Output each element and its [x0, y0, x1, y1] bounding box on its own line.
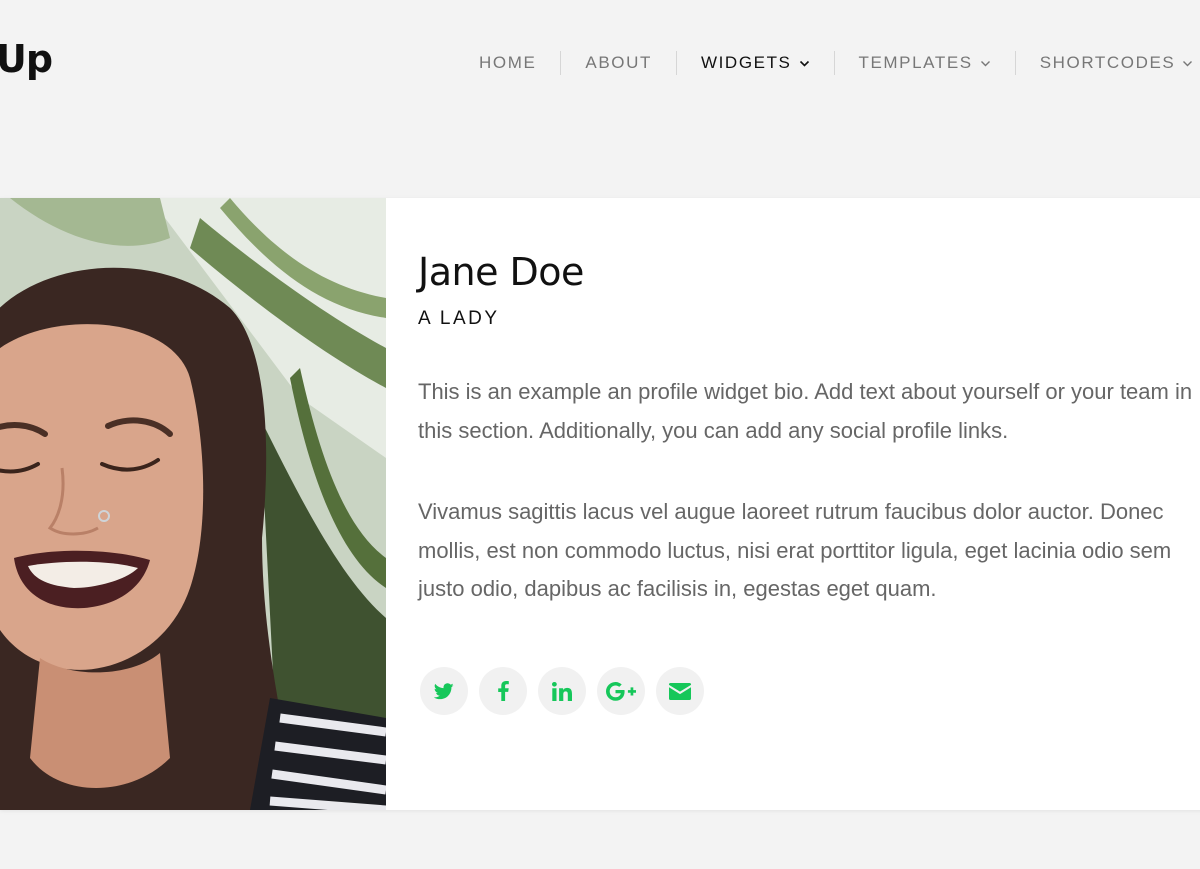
profile-bio-paragraph: This is an example an profile widget bio…: [418, 373, 1200, 450]
bio-line: justo odio, dapibus ac facilisis in, ege…: [418, 576, 937, 601]
nav-item-shortcodes[interactable]: SHORTCODES: [1016, 50, 1200, 76]
chevron-down-icon: [980, 58, 991, 69]
bio-line: Vivamus sagittis lacus vel augue laoreet…: [418, 499, 1164, 524]
nav-item-about[interactable]: ABOUT: [561, 50, 676, 76]
nav-item-label: SHORTCODES: [1039, 53, 1176, 72]
page: Up HOME ABOUT WIDGETS TEMPLATES SHORTCOD…: [0, 0, 1200, 869]
twitter-button[interactable]: [420, 667, 468, 715]
facebook-icon: [497, 681, 509, 701]
linkedin-button[interactable]: [538, 667, 586, 715]
nav-item-widgets[interactable]: WIDGETS: [677, 50, 834, 76]
profile-photo: [0, 198, 386, 810]
linkedin-icon: [552, 681, 572, 701]
nav-item-label: TEMPLATES: [858, 53, 973, 72]
nav-item-templates[interactable]: TEMPLATES: [835, 50, 1015, 76]
chevron-down-icon: [1182, 58, 1193, 69]
bio-line: This is an example an profile widget bio…: [418, 379, 1193, 404]
main-nav: HOME ABOUT WIDGETS TEMPLATES SHORTCODES: [455, 50, 1200, 76]
facebook-button[interactable]: [479, 667, 527, 715]
chevron-down-icon: [799, 58, 810, 69]
google-plus-button[interactable]: [597, 667, 645, 715]
social-links: [420, 667, 704, 715]
nav-item-label: WIDGETS: [700, 53, 792, 72]
bio-line: mollis, est non commodo luctus, nisi era…: [418, 537, 1172, 563]
profile-card: Jane Doe A LADY This is an example an pr…: [0, 198, 1200, 810]
profile-role: A LADY: [418, 308, 500, 329]
email-button[interactable]: [656, 667, 704, 715]
nav-item-label: HOME: [479, 53, 537, 72]
google-plus-icon: [606, 681, 636, 701]
profile-bio-paragraph: Vivamus sagittis lacus vel augue laoreet…: [418, 493, 1200, 609]
twitter-icon: [434, 682, 454, 699]
nav-item-label: ABOUT: [585, 53, 652, 72]
nav-item-home[interactable]: HOME: [455, 50, 560, 76]
email-icon: [669, 682, 691, 700]
profile-name: Jane Doe: [418, 250, 584, 294]
bio-line: this section. Additionally, you can add …: [418, 417, 1009, 443]
site-logo[interactable]: Up: [0, 40, 53, 78]
